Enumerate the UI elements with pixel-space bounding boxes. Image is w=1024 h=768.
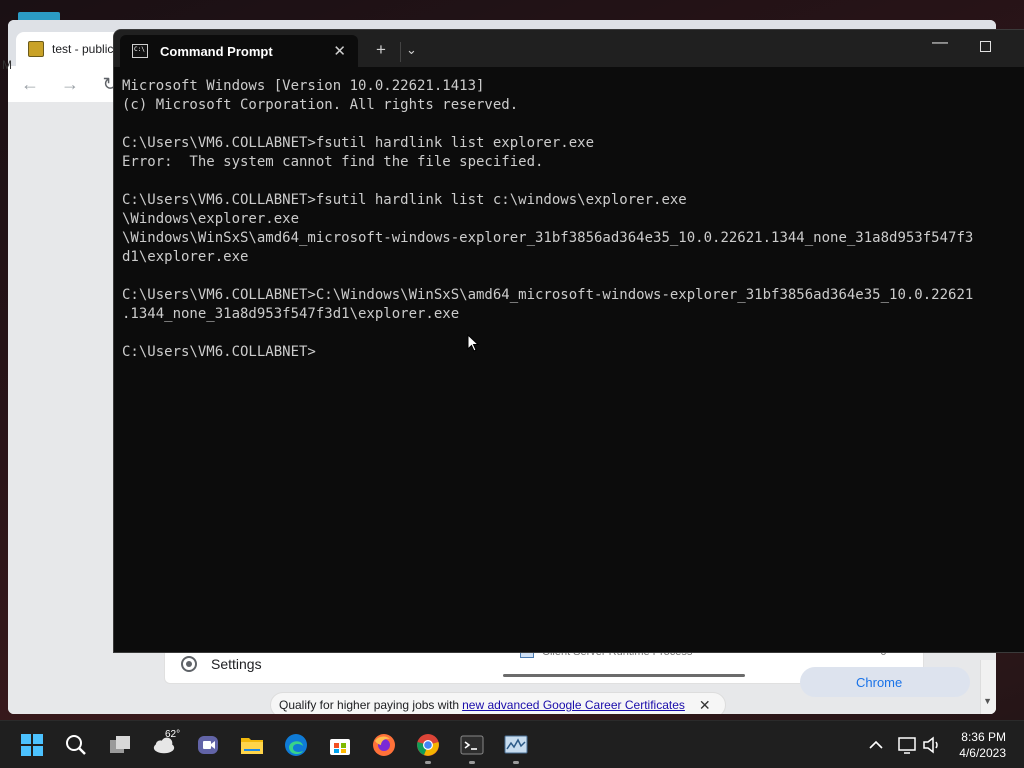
terminal-line: d1\explorer.exe [122,249,249,265]
terminal-tab-title: Command Prompt [160,43,273,59]
system-clock[interactable]: 8:36 PM 4/6/2023 [948,729,1006,761]
new-tab-icon[interactable]: + [376,40,386,60]
taskbar: 62° 8:36 PM 4/6/2023 [0,720,1024,768]
chrome-icon[interactable] [416,733,440,757]
terminal-icon[interactable] [460,733,484,757]
terminal-line: (c) Microsoft Corporation. All rights re… [122,97,519,113]
command-prompt-icon [132,44,148,58]
terminal-line: C:\Users\VM6.COLLABNET>fsutil hardlink l… [122,135,595,151]
terminal-window: Command Prompt ✕ + ⌄ — Microsoft Windows… [113,29,1024,653]
terminal-line: Microsoft Windows [Version 10.0.22621.14… [122,78,485,94]
titlebar-divider [400,42,401,62]
chevron-down-icon[interactable]: ⌄ [406,42,417,58]
clock-date: 4/6/2023 [959,746,1006,760]
close-icon[interactable]: ✕ [699,697,711,714]
search-icon[interactable] [64,733,88,757]
weather-temp: 62° [165,729,181,740]
close-tab-icon[interactable]: ✕ [333,42,346,60]
terminal-running-indicator [469,761,475,764]
volume-icon[interactable] [920,733,944,757]
sidebar-letter: M [2,58,12,72]
chrome-running-indicator [425,761,431,764]
settings-label: Settings [211,656,262,672]
maximize-icon[interactable] [980,41,991,52]
horizontal-scrollbar[interactable] [503,674,745,677]
terminal-line: C:\Users\VM6.COLLABNET>fsutil hardlink l… [122,192,687,208]
terminal-line: .1344_none_31a8d953f547f3d1\explorer.exe [122,306,460,322]
scroll-down-icon[interactable]: ▼ [983,696,992,706]
chevron-up-icon[interactable] [864,733,888,757]
teams-icon[interactable] [196,733,220,757]
terminal-line: Error: The system cannot find the file s… [122,154,544,170]
terminal-output[interactable]: Microsoft Windows [Version 10.0.22621.14… [122,77,1024,652]
store-icon[interactable] [328,733,352,757]
clock-time: 8:36 PM [961,730,1006,744]
terminal-line: \Windows\WinSxS\amd64_microsoft-windows-… [122,230,974,246]
career-prefix: Qualify for higher paying jobs with [279,698,460,712]
firefox-icon[interactable] [372,733,396,757]
terminal-tab[interactable]: Command Prompt ✕ [120,35,358,67]
career-link[interactable]: new advanced Google Career Certificates [462,698,685,712]
career-banner: Qualify for higher paying jobs with new … [270,692,726,714]
monitor-icon[interactable] [504,733,528,757]
terminal-line: C:\Users\VM6.COLLABNET> [122,344,316,360]
chrome-pill-label: Chrome [856,674,903,690]
back-arrow-icon[interactable]: ← [18,72,42,96]
mouse-cursor-icon [467,334,479,352]
start-icon[interactable] [20,733,44,757]
gear-icon [181,656,197,672]
monitor-running-indicator [513,761,519,764]
terminal-line: \Windows\explorer.exe [122,211,300,227]
terminal-line: C:\Users\VM6.COLLABNET>C:\Windows\WinSxS… [122,287,974,303]
file-explorer-icon[interactable] [240,733,264,757]
chrome-pill-button[interactable]: Chrome [800,667,970,697]
chrome-tab-title: test - public [52,42,114,56]
edge-icon[interactable] [284,733,308,757]
favicon-icon [28,41,44,57]
forward-arrow-icon[interactable]: → [58,72,82,96]
network-icon[interactable] [896,733,920,757]
task-view-icon[interactable] [108,733,132,757]
terminal-titlebar: Command Prompt ✕ + ⌄ — [114,30,1024,67]
minimize-icon[interactable]: — [932,34,948,52]
